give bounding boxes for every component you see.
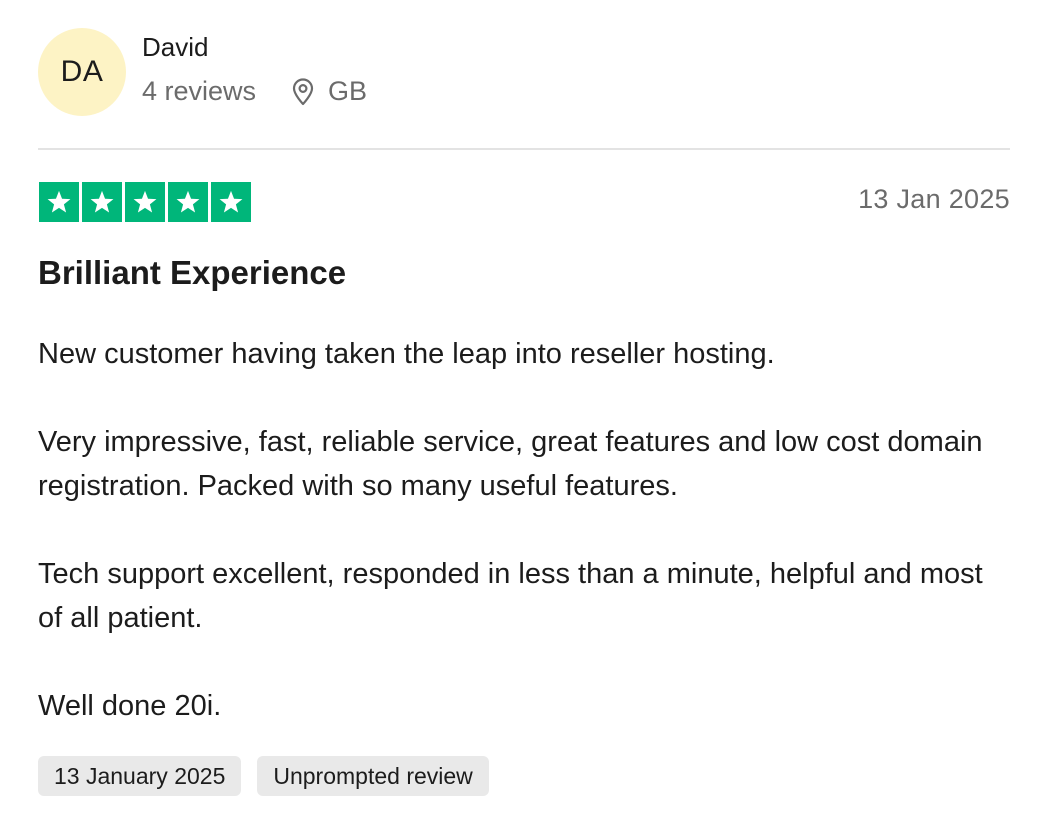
experience-date-tag[interactable]: 13 January 2025 [38, 756, 242, 796]
review-paragraph: New customer having taken the leap into … [38, 338, 775, 370]
reviewer-name[interactable]: David [142, 32, 208, 63]
review-tags: 13 January 2025 Unprompted review [38, 756, 489, 796]
star-icon [82, 182, 122, 222]
review-body: New customer having taken the leap into … [38, 332, 1010, 772]
review-paragraph: Tech support excellent, responded in les… [38, 558, 983, 634]
review-paragraph: Very impressive, fast, reliable service,… [38, 426, 983, 502]
star-icon [168, 182, 208, 222]
review-date: 13 Jan 2025 [858, 184, 1010, 214]
location-pin-icon [290, 77, 316, 106]
avatar[interactable]: DA [38, 28, 126, 116]
review-paragraph: Well done 20i. [38, 690, 222, 722]
star-icon [125, 182, 165, 222]
star-rating [39, 182, 251, 222]
reviewer-meta: 4 reviews GB [142, 76, 367, 107]
review-title[interactable]: Brilliant Experience [38, 254, 346, 292]
review-card: DA David 4 reviews GB 13 Jan 2025 Brilli… [38, 0, 1010, 822]
review-count: 4 reviews [142, 76, 257, 106]
review-type-tag[interactable]: Unprompted review [257, 756, 489, 796]
star-icon [39, 182, 79, 222]
star-icon [211, 182, 251, 222]
avatar-initials: DA [60, 55, 104, 88]
reviewer-country: GB [328, 76, 368, 106]
divider [38, 148, 1010, 150]
